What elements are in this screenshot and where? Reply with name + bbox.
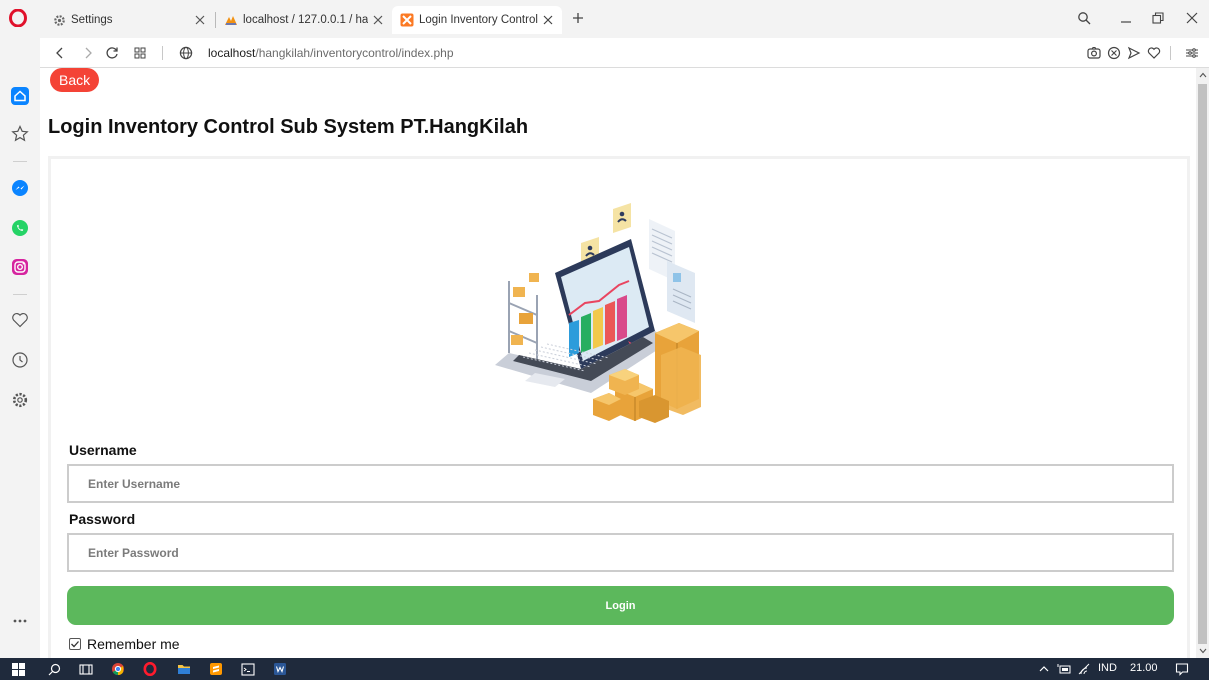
phpmyadmin-icon: [224, 13, 238, 27]
easy-setup-icon[interactable]: [1184, 45, 1200, 61]
more-icon[interactable]: [10, 611, 30, 631]
instagram-icon[interactable]: [10, 257, 30, 277]
sublime-text-icon[interactable]: [208, 661, 224, 677]
scroll-thumb[interactable]: [1198, 84, 1207, 644]
settings-icon[interactable]: [10, 390, 30, 410]
history-icon[interactable]: [10, 350, 30, 370]
opera-taskbar-icon[interactable]: [142, 661, 158, 677]
minimize-icon[interactable]: [1118, 10, 1134, 26]
tab-title: Settings: [71, 14, 113, 26]
opera-logo-icon[interactable]: [8, 8, 28, 28]
shelf-illustration: [508, 273, 539, 363]
search-tabs-icon[interactable]: [1076, 10, 1092, 26]
scroll-down-icon[interactable]: [1198, 646, 1207, 656]
word-icon[interactable]: [272, 661, 288, 677]
remember-label: Remember me: [87, 636, 180, 652]
search-icon[interactable]: [46, 661, 62, 677]
url-path: /hangkilah/inventorycontrol/index.php: [255, 46, 454, 60]
new-tab-icon[interactable]: [570, 10, 586, 26]
password-input[interactable]: [67, 533, 1174, 572]
bookmarks-icon[interactable]: [10, 124, 30, 144]
clock[interactable]: 21.00: [1130, 662, 1158, 674]
close-window-icon[interactable]: [1184, 10, 1200, 26]
remember-checkbox[interactable]: [69, 638, 81, 650]
snapshot-icon[interactable]: [1086, 45, 1102, 61]
url-field[interactable]: localhost/hangkilah/inventorycontrol/ind…: [208, 46, 454, 60]
close-tab-icon[interactable]: [194, 14, 206, 26]
tab-login-inventory-control[interactable]: Login Inventory Control: [392, 6, 562, 34]
gear-icon: [52, 13, 66, 27]
whatsapp-icon[interactable]: [10, 218, 30, 238]
task-view-icon[interactable]: [78, 661, 94, 677]
address-bar: localhost/hangkilah/inventorycontrol/ind…: [40, 38, 1209, 68]
restore-icon[interactable]: [1150, 10, 1166, 26]
speed-dial-icon[interactable]: [10, 86, 30, 106]
tab-strip: Settings localhost / 127.0.0.1 / hang Lo…: [0, 0, 1209, 38]
chevron-up-icon[interactable]: [1036, 661, 1052, 677]
login-card: Username Password Login Remember me: [48, 156, 1190, 658]
forward-arrow-icon[interactable]: [80, 45, 96, 61]
wifi-icon[interactable]: [1076, 661, 1092, 677]
tab-title: Login Inventory Control: [419, 14, 538, 26]
adblock-icon[interactable]: [1106, 45, 1122, 61]
checkmark-icon: [71, 641, 79, 648]
command-prompt-icon[interactable]: [240, 661, 256, 677]
scroll-up-icon[interactable]: [1198, 70, 1207, 80]
windows-start-icon[interactable]: [10, 661, 26, 677]
sidebar-divider: [13, 161, 27, 162]
close-tab-icon[interactable]: [372, 14, 384, 26]
messenger-icon[interactable]: [10, 178, 30, 198]
my-flow-icon[interactable]: [10, 310, 30, 330]
page-scrollbar[interactable]: [1196, 68, 1209, 658]
sidebar-divider: [13, 294, 27, 295]
tab-settings[interactable]: Settings: [44, 6, 214, 34]
address-separator: [162, 46, 163, 60]
username-input[interactable]: [67, 464, 1174, 503]
tab-phpmyadmin[interactable]: localhost / 127.0.0.1 / hang: [216, 6, 392, 34]
back-button[interactable]: Back: [50, 68, 100, 92]
xampp-icon: [400, 13, 414, 27]
inventory-illustration: [489, 203, 729, 428]
chrome-icon[interactable]: [110, 661, 126, 677]
reload-icon[interactable]: [104, 45, 120, 61]
page-viewport: Back Login Inventory Control Sub System …: [40, 68, 1196, 658]
tab-title: localhost / 127.0.0.1 / hang: [243, 14, 368, 26]
heart-icon[interactable]: [1146, 45, 1162, 61]
file-explorer-icon[interactable]: [176, 661, 192, 677]
page-title: Login Inventory Control Sub System PT.Ha…: [48, 116, 529, 138]
remember-me[interactable]: Remember me: [69, 636, 180, 652]
battery-icon[interactable]: [1056, 661, 1072, 677]
opera-sidebar: [0, 38, 40, 658]
notifications-icon[interactable]: [1174, 661, 1190, 677]
password-label: Password: [69, 511, 136, 527]
tiles-icon[interactable]: [132, 45, 148, 61]
address-separator: [1170, 46, 1171, 60]
send-icon[interactable]: [1126, 45, 1142, 61]
login-button[interactable]: Login: [67, 586, 1174, 625]
close-tab-icon[interactable]: [542, 14, 554, 26]
globe-icon[interactable]: [178, 45, 194, 61]
username-label: Username: [69, 442, 137, 458]
windows-taskbar: IND 21.00: [0, 658, 1209, 680]
language-indicator[interactable]: IND: [1098, 662, 1117, 674]
back-arrow-icon[interactable]: [52, 45, 68, 61]
url-host: localhost: [208, 46, 256, 60]
